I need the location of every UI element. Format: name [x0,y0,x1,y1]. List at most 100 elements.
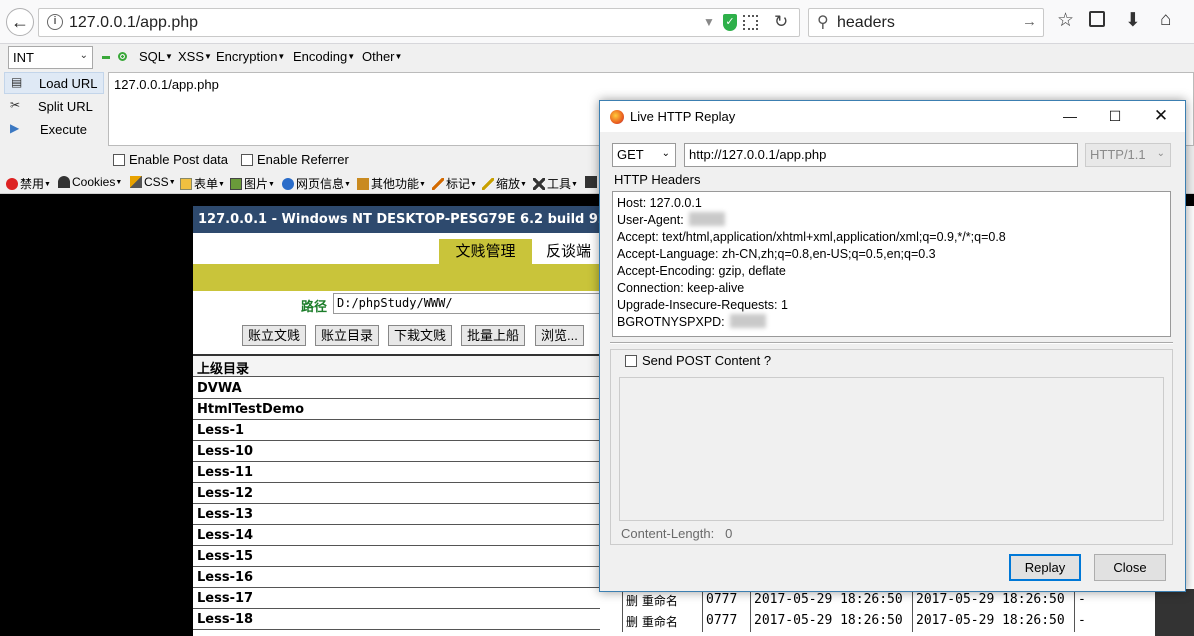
protocol-select[interactable]: HTTP/1.1 ⌄ [1085,143,1171,167]
header-line: Host: 127.0.0.1 [617,196,702,210]
qrcode-icon[interactable] [743,15,758,30]
close-button[interactable]: Close [1094,554,1166,581]
load-url-button[interactable]: ▤ Load URL [4,72,104,94]
maximize-icon[interactable]: ☐ [1100,105,1130,127]
int-select[interactable]: INT ⌄ [8,46,93,69]
toolbar-disable[interactable]: 禁用▼ [6,175,51,192]
create-file-button[interactable]: 账立文贱 [242,325,307,346]
search-go-arrow-icon[interactable]: → [1022,13,1037,30]
enable-referrer-checkbox[interactable]: Enable Referrer [241,152,349,167]
bookmark-star-icon[interactable]: ☆ [1057,9,1074,32]
url-bar[interactable]: i 127.0.0.1/app.php ▼ ✓ ↻ [38,8,800,37]
firefox-icon [610,110,624,124]
send-post-checkbox[interactable]: Send POST Content ? [625,353,771,368]
row-actions[interactable]: 删 重命名 [622,590,702,611]
dialog-title: Live HTTP Replay [630,109,736,124]
search-text[interactable]: headers [837,14,895,32]
enable-post-checkbox[interactable]: Enable Post data [113,152,228,167]
dialog-titlebar[interactable]: Live HTTP Replay — ☐ ✕ [600,101,1185,132]
menu-sql[interactable]: SQL▼ [139,49,173,64]
yellow-band [193,264,600,291]
toolbar-page-info[interactable]: 网页信息▼ [282,175,351,192]
execute-button[interactable]: ▶ Execute [4,119,104,141]
table-row[interactable]: Less-16 [193,568,600,588]
split-url-button[interactable]: ✂ Split URL [4,96,104,118]
toolbar-forms[interactable]: 表单▼ [180,175,225,192]
tools-icon [533,178,545,190]
row-created: 2017-05-29 18:26:50 [750,590,912,611]
toolbar-extra-icon[interactable] [585,175,599,189]
reload-icon[interactable]: ↻ [774,12,788,32]
images-icon [230,178,242,190]
row-actions[interactable]: 删 重命名 [622,611,702,632]
menu-xss[interactable]: XSS▼ [178,49,212,64]
ruler-icon [482,178,494,190]
headers-label: HTTP Headers [614,172,701,187]
table-row[interactable]: Less-14 [193,526,600,546]
close-icon[interactable]: ✕ [1146,105,1176,127]
row-perm: 0777 [702,611,750,632]
plus-icon[interactable] [118,52,127,61]
header-line: BGROTNYSPXPD: [617,314,1166,331]
download-icon[interactable]: ⬇ [1125,9,1141,32]
download-file-button[interactable]: 下栽文贱 [388,325,453,346]
chevron-down-icon: ⌄ [661,148,670,159]
table-row[interactable]: Less-10 [193,442,600,462]
path-input[interactable]: D:/phpStudy/WWW/ [333,293,600,314]
info-icon [282,178,294,190]
execute-icon: ▶ [10,121,20,135]
row-modified: 2017-05-29 18:26:50 [912,590,1074,611]
browse-button[interactable]: 浏览... [535,325,584,346]
toolbar-css[interactable]: CSS▼ [130,175,176,189]
table-detail-region: 删 重命名 0777 2017-05-29 18:26:50 2017-05-2… [622,589,1194,632]
toolbar-misc[interactable]: 其他功能▼ [357,175,426,192]
tab-reverse[interactable]: 反谈端 [546,239,591,264]
redacted-blur [689,212,726,226]
table-row[interactable]: Less-13 [193,505,600,525]
toolbar-outline[interactable]: 标记▼ [432,175,477,192]
toolbar-resize[interactable]: 缩放▼ [482,175,527,192]
minus-icon[interactable] [102,56,110,59]
table-row[interactable]: HtmlTestDemo [193,400,600,420]
menu-encryption[interactable]: Encryption▼ [216,49,285,64]
batch-upload-button[interactable]: 批量上船 [461,325,526,346]
menu-other[interactable]: Other▼ [362,49,402,64]
shield-icon[interactable]: ✓ [723,14,737,31]
table-row[interactable]: Less-12 [193,484,600,504]
live-http-replay-dialog: Live HTTP Replay — ☐ ✕ GET ⌄ http://127.… [599,100,1186,592]
table-row[interactable]: DVWA [193,379,600,399]
replay-url-input[interactable]: http://127.0.0.1/app.php [684,143,1078,167]
reading-list-icon[interactable] [1089,11,1105,27]
table-row[interactable]: Less-1 [193,421,600,441]
table-row[interactable]: Less-18 [193,610,600,630]
replay-button[interactable]: Replay [1009,554,1081,581]
css-icon [130,176,142,188]
table-row[interactable]: Less-11 [193,463,600,483]
load-url-icon: ▤ [11,75,23,89]
toolbar-images[interactable]: 图片▼ [230,175,275,192]
headers-textarea[interactable]: Host: 127.0.0.1 User-Agent: Accept: text… [612,191,1171,337]
search-bar[interactable]: ⚲ headers → [808,8,1044,37]
minimize-icon[interactable]: — [1055,105,1085,127]
header-line: Accept: text/html,application/xhtml+xml,… [617,230,1006,244]
table-row[interactable]: Less-15 [193,547,600,567]
content-length: Content-Length: 0 [621,526,733,541]
tab-file-manager[interactable]: 文贱管理 [439,239,532,264]
toolbar-tools[interactable]: 工具▼ [533,175,578,192]
menu-encoding[interactable]: Encoding▼ [293,49,355,64]
url-text[interactable]: 127.0.0.1/app.php [69,14,198,32]
toolbar-cookies[interactable]: Cookies▼ [58,175,122,189]
table-row-parent[interactable]: 上级目录 [193,354,600,377]
home-icon[interactable]: ⌂ [1160,9,1171,31]
chevron-down-icon: ⌄ [1156,148,1165,159]
back-arrow-icon[interactable]: ← [6,8,34,36]
create-dir-button[interactable]: 账立目录 [315,325,380,346]
post-content-textarea[interactable] [619,377,1164,521]
browser-navbar: ← i 127.0.0.1/app.php ▼ ✓ ↻ ⚲ headers → … [0,0,1194,44]
dropdown-arrow-icon[interactable]: ▼ [703,15,715,29]
pencil-icon [432,178,444,190]
info-icon[interactable]: i [47,14,63,30]
dark-corner [1155,589,1194,636]
table-row[interactable]: Less-17 [193,589,600,609]
method-select[interactable]: GET ⌄ [612,143,676,167]
